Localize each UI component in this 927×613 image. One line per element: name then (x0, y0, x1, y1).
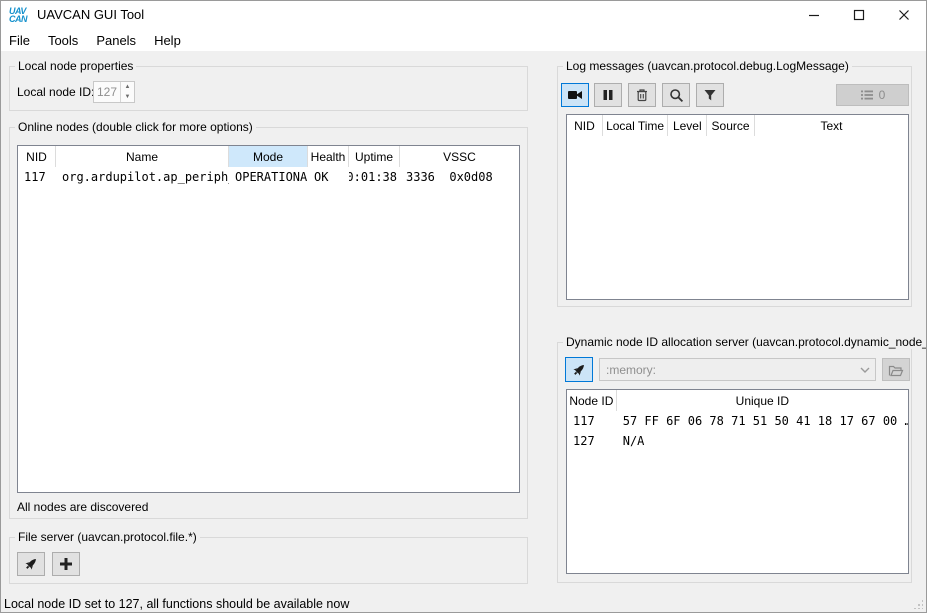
col-local-time[interactable]: Local Time (603, 115, 669, 136)
search-icon (669, 88, 684, 103)
col-nid[interactable]: NID (567, 115, 603, 136)
message-count-button[interactable]: 0 (836, 84, 909, 106)
window-title: UAVCAN GUI Tool (37, 7, 144, 22)
nodes-discovered-status: All nodes are discovered (17, 500, 148, 514)
col-mode[interactable]: Mode (229, 146, 308, 167)
group-title: Online nodes (double click for more opti… (15, 120, 256, 134)
spin-down-icon[interactable]: ▼ (121, 92, 134, 102)
maximize-button[interactable] (836, 1, 881, 29)
combobox-value: :memory: (600, 363, 855, 377)
menu-bar: File Tools Panels Help (1, 29, 926, 51)
local-node-id-label: Local node ID: (17, 85, 94, 99)
search-button[interactable] (662, 83, 690, 107)
file-server-group: File server (uavcan.protocol.file.*) (9, 537, 528, 584)
record-toggle-button[interactable] (561, 83, 589, 107)
close-button[interactable] (881, 1, 926, 29)
group-title: Local node properties (15, 59, 136, 73)
minimize-icon (808, 9, 820, 21)
menu-panels[interactable]: Panels (87, 30, 145, 51)
add-file-path-button[interactable] (52, 552, 80, 576)
online-nodes-table: NID Name Mode Health Uptime VSSC 117 org… (17, 145, 520, 493)
menu-tools[interactable]: Tools (39, 30, 87, 51)
plus-icon (59, 557, 73, 571)
close-icon (898, 9, 910, 21)
chevron-down-icon (855, 367, 875, 373)
col-level[interactable]: Level (668, 115, 707, 136)
log-table-header: NID Local Time Level Source Text (567, 115, 908, 136)
maximize-icon (853, 9, 865, 21)
col-source[interactable]: Source (707, 115, 755, 136)
minimize-button[interactable] (791, 1, 836, 29)
list-count-icon (860, 88, 874, 102)
cell-unique-id: N/A (617, 431, 908, 451)
col-unique-id[interactable]: Unique ID (617, 390, 908, 411)
online-nodes-header: NID Name Mode Health Uptime VSSC (18, 146, 519, 167)
cell-node-id: 127 (567, 431, 617, 451)
cell-health: OK (308, 167, 349, 187)
open-storage-button[interactable] (882, 358, 910, 381)
trash-icon (635, 88, 649, 102)
rocket-icon (23, 556, 39, 572)
cell-uptime: 0:01:38 (349, 167, 400, 187)
menu-help[interactable]: Help (145, 30, 190, 51)
table-row[interactable]: 117 57 FF 6F 06 78 71 51 50 41 18 17 67 … (567, 411, 908, 431)
storage-path-combobox[interactable]: :memory: (599, 358, 876, 381)
rocket-icon (571, 362, 587, 378)
log-table: NID Local Time Level Source Text (566, 114, 909, 300)
status-message: Local node ID set to 127, all functions … (4, 597, 349, 611)
pause-icon (601, 88, 615, 102)
start-allocation-server-button[interactable] (565, 357, 593, 382)
uavcan-logo-icon: UAV CAN (9, 4, 33, 26)
group-title: Dynamic node ID allocation server (uavca… (563, 335, 927, 349)
local-node-id-spinbox[interactable]: 127 ▲ ▼ (93, 81, 135, 103)
group-title: File server (uavcan.protocol.file.*) (15, 530, 200, 544)
col-nid[interactable]: NID (18, 146, 56, 167)
menu-file[interactable]: File (1, 30, 39, 51)
filter-button[interactable] (696, 83, 724, 107)
title-bar: UAV CAN UAVCAN GUI Tool (1, 1, 926, 29)
pause-button[interactable] (594, 83, 622, 107)
spin-up-icon[interactable]: ▲ (121, 82, 134, 92)
start-file-server-button[interactable] (17, 552, 45, 576)
logo-line2: CAN (9, 15, 33, 23)
group-title: Log messages (uavcan.protocol.debug.LogM… (563, 59, 852, 73)
col-vssc[interactable]: VSSC (400, 146, 519, 167)
cell-unique-id: 57 FF 6F 06 78 71 51 50 41 18 17 67 00 … (617, 411, 908, 431)
folder-open-icon (888, 363, 904, 377)
cell-vssc: 3336 0x0d08 (400, 167, 519, 187)
app-window: UAV CAN UAVCAN GUI Tool File Tools Panel… (0, 0, 927, 613)
cell-node-id: 117 (567, 411, 617, 431)
col-text[interactable]: Text (755, 115, 908, 136)
table-row[interactable]: 127 N/A (567, 431, 908, 451)
col-name[interactable]: Name (56, 146, 229, 167)
table-row[interactable]: 117 org.ardupilot.ap_periph_… OPERATIONA… (18, 167, 519, 187)
col-uptime[interactable]: Uptime (349, 146, 400, 167)
clear-log-button[interactable] (628, 83, 656, 107)
spinbox-value: 127 (94, 82, 120, 102)
video-record-icon (567, 87, 583, 103)
cell-nid: 117 (18, 167, 56, 187)
allocation-table-header: Node ID Unique ID (567, 390, 908, 411)
cell-mode: OPERATIONAL (229, 167, 308, 187)
allocation-table: Node ID Unique ID 117 57 FF 6F 06 78 71 … (566, 389, 909, 574)
filter-icon (703, 88, 717, 102)
col-node-id[interactable]: Node ID (567, 390, 617, 411)
cell-name: org.ardupilot.ap_periph_… (56, 167, 229, 187)
message-count-value: 0 (879, 88, 886, 102)
col-health[interactable]: Health (308, 146, 349, 167)
status-bar: Local node ID set to 127, all functions … (1, 593, 926, 613)
